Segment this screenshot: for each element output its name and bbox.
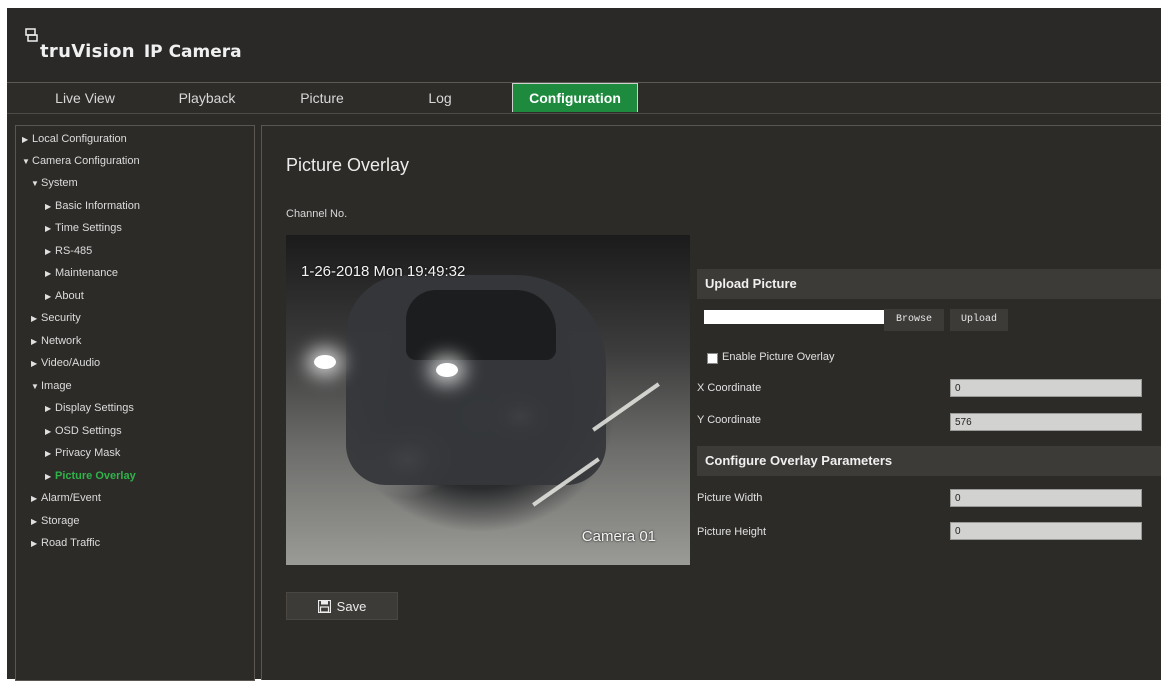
sidebar-item-video-audio[interactable]: ▶ Video/Audio bbox=[31, 355, 100, 371]
upload-picture-header: Upload Picture bbox=[697, 269, 1161, 299]
caret-right-icon: ▶ bbox=[31, 517, 38, 526]
sidebar-item-about[interactable]: ▶ About bbox=[45, 288, 84, 304]
tab-picture[interactable]: Picture bbox=[277, 83, 367, 113]
sidebar-item-camera-configuration[interactable]: ▼ Camera Configuration bbox=[22, 153, 140, 169]
product-name: IP Camera bbox=[143, 42, 242, 62]
sidebar-item-image[interactable]: ▼ Image bbox=[31, 378, 72, 394]
caret-right-icon: ▶ bbox=[45, 202, 52, 211]
y-coordinate-label: Y Coordinate bbox=[697, 414, 762, 426]
file-path-input[interactable] bbox=[704, 310, 884, 324]
caret-down-icon: ▼ bbox=[31, 382, 39, 391]
floppy-disk-icon bbox=[317, 599, 331, 613]
picture-width-input[interactable]: 0 bbox=[950, 489, 1142, 507]
sidebar-item-network[interactable]: ▶ Network bbox=[31, 333, 81, 349]
enable-overlay-label: Enable Picture Overlay bbox=[722, 351, 835, 363]
save-button[interactable]: Save bbox=[286, 592, 398, 620]
caret-right-icon: ▶ bbox=[31, 494, 38, 503]
sidebar-item-alarm-event[interactable]: ▶ Alarm/Event bbox=[31, 490, 101, 506]
caret-right-icon: ▶ bbox=[45, 404, 52, 413]
tab-configuration[interactable]: Configuration bbox=[512, 83, 638, 112]
caret-right-icon: ▶ bbox=[45, 224, 52, 233]
app-window: truVision IP Camera Live View Playback P… bbox=[7, 8, 1161, 681]
x-coordinate-label: X Coordinate bbox=[697, 382, 762, 394]
main-nav: Live View Playback Picture Log Configura… bbox=[7, 82, 1161, 114]
header: truVision IP Camera bbox=[7, 8, 1161, 81]
sidebar-item-display-settings[interactable]: ▶ Display Settings bbox=[45, 400, 134, 416]
config-sidebar: ▶ Local Configuration ▼ Camera Configurati… bbox=[15, 125, 255, 681]
sidebar-item-basic-information[interactable]: ▶ Basic Information bbox=[45, 198, 140, 214]
osd-datetime: 1-26-2018 Mon 19:49:32 bbox=[301, 263, 466, 280]
caret-right-icon: ▶ bbox=[45, 269, 52, 278]
page-title: Picture Overlay bbox=[286, 155, 410, 175]
sidebar-item-time-settings[interactable]: ▶ Time Settings bbox=[45, 220, 122, 236]
sidebar-item-maintenance[interactable]: ▶ Maintenance bbox=[45, 265, 118, 281]
y-coordinate-input[interactable]: 576 bbox=[950, 413, 1142, 431]
sidebar-item-picture-overlay[interactable]: ▶ Picture Overlay bbox=[45, 468, 136, 484]
channel-label: Channel No. bbox=[286, 208, 348, 220]
sidebar-item-security[interactable]: ▶ Security bbox=[31, 310, 81, 326]
caret-right-icon: ▶ bbox=[45, 427, 52, 436]
caret-down-icon: ▼ bbox=[31, 179, 39, 188]
video-frame-headlight bbox=[314, 355, 336, 369]
video-preview: 1-26-2018 Mon 19:49:32 Camera 01 bbox=[286, 235, 690, 565]
caret-right-icon: ▶ bbox=[31, 359, 38, 368]
caret-right-icon: ▶ bbox=[31, 337, 38, 346]
caret-right-icon: ▶ bbox=[31, 539, 38, 548]
sidebar-item-system[interactable]: ▼ System bbox=[31, 175, 78, 191]
sidebar-item-privacy-mask[interactable]: ▶ Privacy Mask bbox=[45, 445, 120, 461]
sidebar-item-osd-settings[interactable]: ▶ OSD Settings bbox=[45, 423, 122, 439]
tab-playback[interactable]: Playback bbox=[157, 83, 257, 113]
caret-down-icon: ▼ bbox=[22, 157, 30, 166]
tab-live-view[interactable]: Live View bbox=[35, 83, 135, 113]
video-frame-windshield bbox=[406, 290, 556, 360]
main-content: Picture Overlay Channel No. 1-26-2018 Mo… bbox=[261, 125, 1161, 680]
upload-button[interactable]: Upload bbox=[950, 309, 1008, 331]
caret-right-icon: ▶ bbox=[31, 314, 38, 323]
sidebar-item-road-traffic[interactable]: ▶ Road Traffic bbox=[31, 535, 100, 551]
truvision-logo-icon bbox=[25, 28, 38, 42]
osd-camera-name: Camera 01 bbox=[581, 528, 656, 545]
brand-name: truVision bbox=[40, 41, 135, 62]
picture-width-label: Picture Width bbox=[697, 492, 763, 504]
sidebar-item-rs-485[interactable]: ▶ RS-485 bbox=[45, 243, 92, 259]
caret-right-icon: ▶ bbox=[45, 247, 52, 256]
x-coordinate-input[interactable]: 0 bbox=[950, 379, 1142, 397]
logo: truVision IP Camera bbox=[25, 28, 242, 62]
overlay-parameters-header: Configure Overlay Parameters bbox=[697, 446, 1161, 476]
caret-right-icon: ▶ bbox=[45, 292, 52, 301]
tab-log[interactable]: Log bbox=[405, 83, 475, 113]
sidebar-item-local-configuration[interactable]: ▶ Local Configuration bbox=[22, 131, 127, 147]
caret-right-icon: ▶ bbox=[45, 449, 52, 458]
caret-right-icon: ▶ bbox=[22, 135, 29, 144]
enable-overlay-checkbox[interactable] bbox=[707, 353, 718, 364]
sidebar-item-storage[interactable]: ▶ Storage bbox=[31, 513, 80, 529]
browse-button[interactable]: Browse bbox=[884, 309, 944, 331]
save-label: Save bbox=[336, 598, 367, 614]
picture-height-label: Picture Height bbox=[697, 526, 767, 538]
caret-right-icon: ▶ bbox=[45, 472, 52, 481]
video-frame-headlight bbox=[436, 363, 458, 377]
picture-height-input[interactable]: 0 bbox=[950, 522, 1142, 540]
